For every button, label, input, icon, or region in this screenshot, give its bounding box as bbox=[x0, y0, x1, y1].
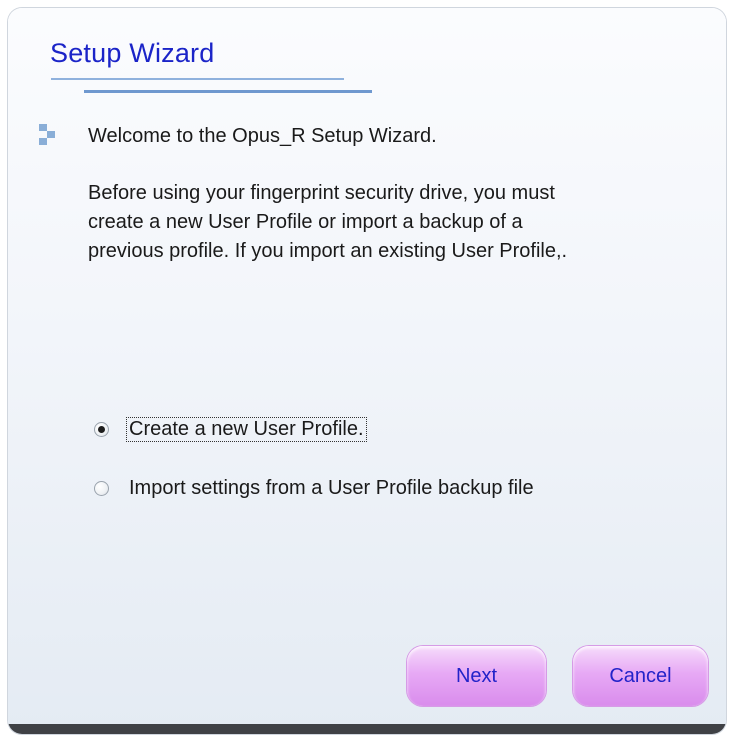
setup-wizard-window: Setup Wizard Welcome to the Opus_R Setup… bbox=[8, 8, 726, 734]
title-underline-bottom bbox=[84, 90, 372, 93]
bullet-icon bbox=[39, 124, 59, 152]
description-text: Before using your fingerprint security d… bbox=[88, 179, 718, 266]
option-import-profile[interactable]: Import settings from a User Profile back… bbox=[94, 477, 536, 500]
next-button[interactable]: Next bbox=[407, 646, 546, 706]
cancel-button[interactable]: Cancel bbox=[573, 646, 708, 706]
option-create-profile[interactable]: Create a new User Profile. bbox=[94, 417, 367, 442]
welcome-text: Welcome to the Opus_R Setup Wizard. bbox=[88, 125, 437, 147]
option-create-profile-label[interactable]: Create a new User Profile. bbox=[126, 417, 367, 442]
description-line: previous profile. If you import an exist… bbox=[88, 240, 568, 262]
radio-import-profile[interactable] bbox=[94, 481, 109, 496]
description-line: Before using your fingerprint security d… bbox=[88, 182, 555, 204]
page-title: Setup Wizard bbox=[50, 38, 215, 68]
option-import-profile-label[interactable]: Import settings from a User Profile back… bbox=[127, 477, 536, 500]
description-line: create a new User Profile or import a ba… bbox=[88, 211, 523, 233]
title-underline-top bbox=[51, 78, 344, 80]
radio-create-profile[interactable] bbox=[94, 422, 109, 437]
